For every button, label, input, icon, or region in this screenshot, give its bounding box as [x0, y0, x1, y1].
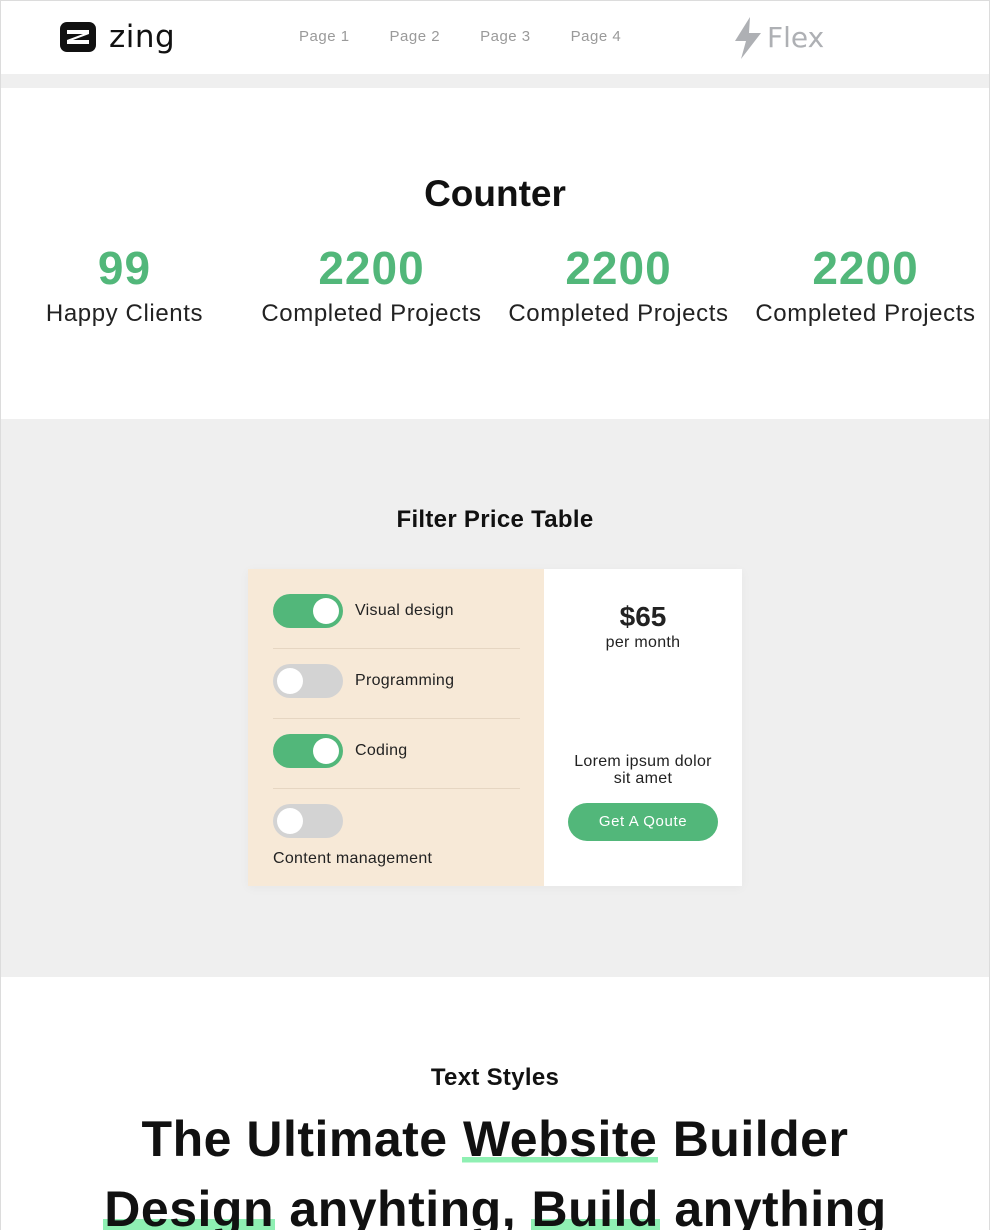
divider: [273, 648, 520, 649]
stat-completed-projects: 2200 Completed Projects: [248, 240, 495, 330]
stat-label: Happy Clients: [45, 300, 204, 327]
zing-logo[interactable]: zing: [59, 21, 175, 53]
nav-page-2[interactable]: Page 2: [390, 27, 441, 47]
stat-label: Completed Projects: [508, 300, 729, 327]
pricing-panel: $65 per month Lorem ipsum dolor sit amet…: [544, 569, 742, 886]
site-header: zing Page 1 Page 2 Page 3 Page 4 Flex: [1, 1, 989, 74]
price-value: $65: [619, 601, 667, 632]
flex-brand-text: Flex: [767, 21, 825, 54]
headline-text: The Ultimate: [141, 1111, 462, 1167]
toggle-knob: [313, 598, 339, 624]
feature-label: Content management: [273, 850, 433, 867]
feature-label: Programming: [355, 672, 455, 689]
toggle-knob: [313, 738, 339, 764]
counter-section: Counter 99 Happy Clients 2200 Completed …: [1, 88, 989, 419]
price-period: per month: [605, 634, 681, 651]
stat-value: 99: [97, 242, 152, 294]
stat-completed-projects: 2200 Completed Projects: [742, 240, 989, 330]
content-management-toggle[interactable]: [273, 804, 343, 838]
feature-coding: Coding: [273, 734, 520, 768]
price-table-title: Filter Price Table: [396, 506, 594, 533]
feature-content-management: Content management: [273, 804, 520, 870]
stat-completed-projects: 2200 Completed Projects: [495, 240, 742, 330]
stat-happy-clients: 99 Happy Clients: [1, 240, 248, 330]
toggle-knob: [277, 668, 303, 694]
stat-label: Completed Projects: [261, 300, 482, 327]
lightning-bolt-icon: [735, 17, 761, 59]
headline-line-2: Design anyhting, Build anything: [1, 1179, 989, 1230]
highlighted-word: Website: [462, 1111, 659, 1167]
stat-value: 2200: [318, 242, 425, 294]
programming-toggle[interactable]: [273, 664, 343, 698]
headline-text: Builder: [658, 1111, 849, 1167]
text-styles-section: Text Styles The Ultimate Website Builder…: [1, 977, 989, 1230]
stat-value: 2200: [565, 242, 672, 294]
stat-value: 2200: [812, 242, 919, 294]
nav-page-1[interactable]: Page 1: [299, 27, 350, 47]
stat-label: Completed Projects: [755, 300, 976, 327]
main-nav: Page 1 Page 2 Page 3 Page 4: [299, 27, 661, 47]
nav-page-3[interactable]: Page 3: [480, 27, 531, 47]
headline-line-1: The Ultimate Website Builder: [1, 1109, 989, 1169]
counter-title: Counter: [424, 173, 566, 214]
get-quote-button[interactable]: Get A Qoute: [568, 803, 718, 841]
zing-logo-icon: [60, 22, 96, 52]
feature-programming: Programming: [273, 664, 520, 698]
nav-page-4[interactable]: Page 4: [571, 27, 622, 47]
highlighted-word: Build: [530, 1181, 660, 1230]
price-card: Visual design Programming Coding Content…: [248, 569, 742, 886]
header-divider: [1, 74, 989, 88]
feature-visual-design: Visual design: [273, 594, 520, 628]
divider: [273, 788, 520, 789]
price-table-section: Filter Price Table Visual design Program…: [1, 419, 989, 977]
logo-text: zing: [109, 19, 176, 55]
feature-list: Visual design Programming Coding Content…: [248, 569, 544, 886]
coding-toggle[interactable]: [273, 734, 343, 768]
text-styles-title: Text Styles: [430, 1064, 560, 1091]
toggle-knob: [277, 808, 303, 834]
price-description: Lorem ipsum dolor sit amet: [574, 753, 712, 787]
feature-label: Visual design: [355, 602, 454, 619]
headline-text: anything: [659, 1181, 887, 1230]
divider: [273, 718, 520, 719]
feature-label: Coding: [355, 742, 408, 759]
flex-brand[interactable]: Flex: [733, 17, 824, 59]
headline-text: anyhting,: [275, 1181, 531, 1230]
visual-design-toggle[interactable]: [273, 594, 343, 628]
highlighted-word: Design: [103, 1181, 275, 1230]
